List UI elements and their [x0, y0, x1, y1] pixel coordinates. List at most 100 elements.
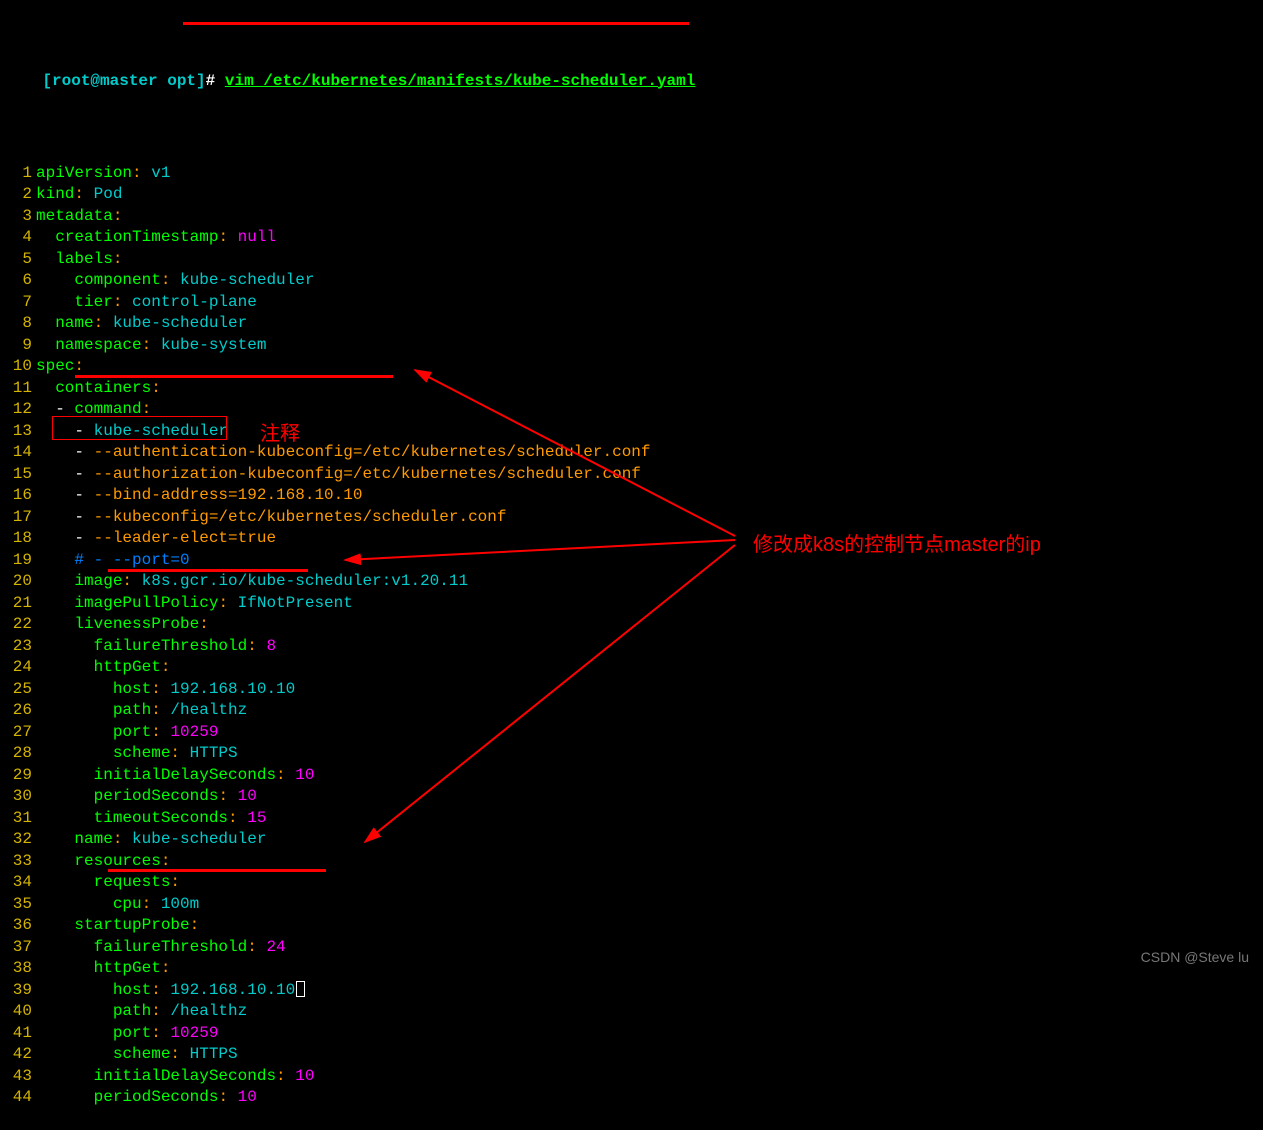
line-content: timeoutSeconds: 15	[34, 808, 266, 830]
line-number: 15	[0, 464, 34, 486]
line-number: 19	[0, 550, 34, 572]
code-line: 40 path: /healthz	[0, 1001, 1263, 1023]
code-line: 26 path: /healthz	[0, 700, 1263, 722]
code-line: 11 containers:	[0, 378, 1263, 400]
line-number: 44	[0, 1087, 34, 1109]
line-number: 27	[0, 722, 34, 744]
code-line: 18 - --leader-elect=true	[0, 528, 1263, 550]
line-content: periodSeconds: 10	[34, 786, 257, 808]
code-line: 30 periodSeconds: 10	[0, 786, 1263, 808]
line-number: 2	[0, 184, 34, 206]
line-content: cpu: 100m	[34, 894, 199, 916]
code-line: 19 # - --port=0	[0, 550, 1263, 572]
line-content: name: kube-scheduler	[34, 829, 266, 851]
line-number: 18	[0, 528, 34, 550]
annotation-ip-label: 修改成k8s的控制节点master的ip	[753, 528, 1041, 557]
code-line: 32 name: kube-scheduler	[0, 829, 1263, 851]
prompt-user-host: [root@master opt]	[42, 72, 205, 90]
line-number: 3	[0, 206, 34, 228]
code-line: 43 initialDelaySeconds: 10	[0, 1066, 1263, 1088]
line-number: 8	[0, 313, 34, 335]
line-number: 20	[0, 571, 34, 593]
line-number: 40	[0, 1001, 34, 1023]
code-line: 23 failureThreshold: 8	[0, 636, 1263, 658]
code-line: 37 failureThreshold: 24	[0, 937, 1263, 959]
prompt-command: vim /etc/kubernetes/manifests/kube-sched…	[225, 72, 695, 90]
line-number: 14	[0, 442, 34, 464]
terminal-view: [root@master opt]# vim /etc/kubernetes/m…	[0, 0, 1263, 1130]
prompt-hash: #	[206, 72, 216, 90]
line-content: - --leader-elect=true	[34, 528, 276, 550]
code-line: 41 port: 10259	[0, 1023, 1263, 1045]
code-line: 44 periodSeconds: 10	[0, 1087, 1263, 1109]
code-line: 25 host: 192.168.10.10	[0, 679, 1263, 701]
code-line: 17 - --kubeconfig=/etc/kubernetes/schedu…	[0, 507, 1263, 529]
line-number: 17	[0, 507, 34, 529]
line-content: - --authorization-kubeconfig=/etc/kubern…	[34, 464, 641, 486]
line-content: labels:	[34, 249, 122, 271]
line-number: 1	[0, 163, 34, 185]
line-content: failureThreshold: 24	[34, 937, 286, 959]
line-content: creationTimestamp: null	[34, 227, 276, 249]
shell-prompt: [root@master opt]# vim /etc/kubernetes/m…	[0, 49, 1263, 114]
line-content: periodSeconds: 10	[34, 1087, 257, 1109]
line-number: 32	[0, 829, 34, 851]
code-line: 4 creationTimestamp: null	[0, 227, 1263, 249]
line-content: requests:	[34, 872, 180, 894]
line-content: failureThreshold: 8	[34, 636, 276, 658]
code-line: 29 initialDelaySeconds: 10	[0, 765, 1263, 787]
code-line: 34 requests:	[0, 872, 1263, 894]
line-number: 11	[0, 378, 34, 400]
line-number: 35	[0, 894, 34, 916]
code-line: 15 - --authorization-kubeconfig=/etc/kub…	[0, 464, 1263, 486]
highlight-comment-box	[52, 416, 227, 440]
line-number: 9	[0, 335, 34, 357]
code-line: 38 httpGet:	[0, 958, 1263, 980]
line-content: host: 192.168.10.10	[34, 980, 305, 1002]
line-number: 13	[0, 421, 34, 443]
code-line: 14 - --authentication-kubeconfig=/etc/ku…	[0, 442, 1263, 464]
line-content: - --authentication-kubeconfig=/etc/kuber…	[34, 442, 651, 464]
line-content: httpGet:	[34, 657, 170, 679]
line-number: 21	[0, 593, 34, 615]
line-content: path: /healthz	[34, 700, 247, 722]
line-number: 26	[0, 700, 34, 722]
line-content: - --kubeconfig=/etc/kubernetes/scheduler…	[34, 507, 506, 529]
underline-host-2	[108, 869, 326, 872]
line-content: host: 192.168.10.10	[34, 679, 295, 701]
line-content: name: kube-scheduler	[34, 313, 247, 335]
line-number: 42	[0, 1044, 34, 1066]
line-number: 36	[0, 915, 34, 937]
line-content: initialDelaySeconds: 10	[34, 765, 314, 787]
line-number: 22	[0, 614, 34, 636]
line-number: 33	[0, 851, 34, 873]
code-line: 8 name: kube-scheduler	[0, 313, 1263, 335]
line-content: containers:	[34, 378, 161, 400]
code-line: 36 startupProbe:	[0, 915, 1263, 937]
line-number: 16	[0, 485, 34, 507]
code-line: 22 livenessProbe:	[0, 614, 1263, 636]
line-number: 30	[0, 786, 34, 808]
code-line: 24 httpGet:	[0, 657, 1263, 679]
line-content: component: kube-scheduler	[34, 270, 314, 292]
line-number: 39	[0, 980, 34, 1002]
line-content: httpGet:	[34, 958, 170, 980]
underline-command	[183, 22, 689, 25]
line-content: namespace: kube-system	[34, 335, 266, 357]
code-line: 27 port: 10259	[0, 722, 1263, 744]
line-number: 10	[0, 356, 34, 378]
line-number: 6	[0, 270, 34, 292]
code-line: 5 labels:	[0, 249, 1263, 271]
line-content: startupProbe:	[34, 915, 199, 937]
line-number: 7	[0, 292, 34, 314]
code-line: 1apiVersion: v1	[0, 163, 1263, 185]
annotation-comment-label: 注释	[260, 417, 300, 446]
line-content: port: 10259	[34, 1023, 218, 1045]
line-number: 28	[0, 743, 34, 765]
underline-host-1	[108, 569, 308, 572]
watermark: CSDN @Steve lu	[1141, 949, 1249, 965]
code-line: 2kind: Pod	[0, 184, 1263, 206]
code-line: 21 imagePullPolicy: IfNotPresent	[0, 593, 1263, 615]
code-line: 9 namespace: kube-system	[0, 335, 1263, 357]
line-number: 5	[0, 249, 34, 271]
